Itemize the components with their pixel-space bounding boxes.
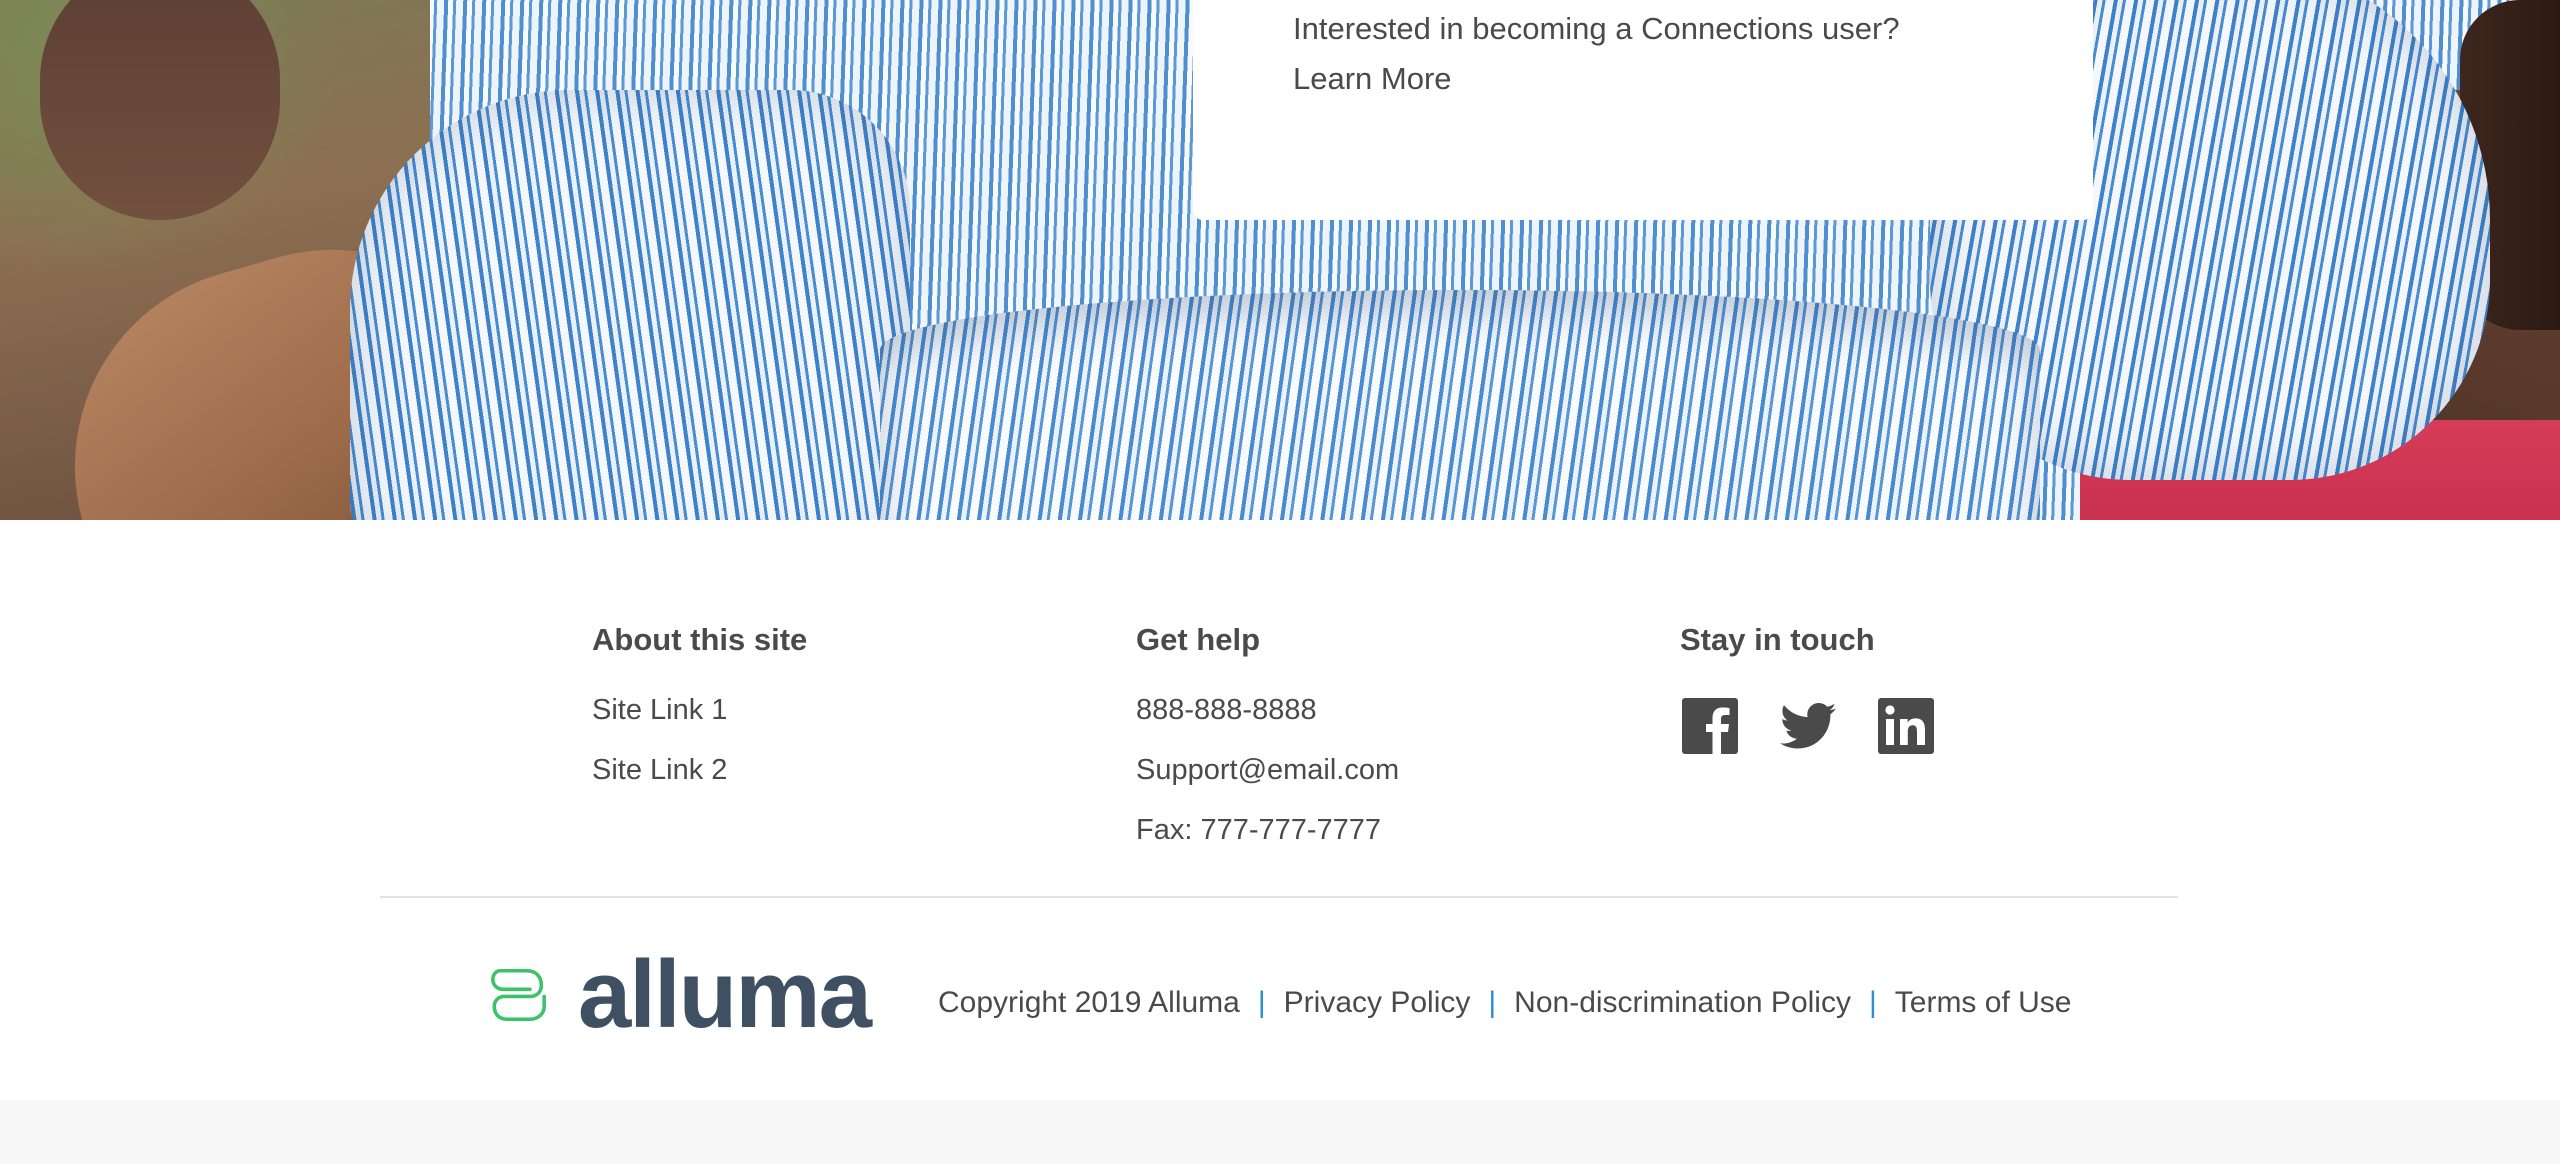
twitter-icon[interactable] bbox=[1778, 696, 1838, 756]
footer-help-column: Get help 888-888-8888 Support@email.com … bbox=[1136, 620, 1399, 870]
footer-divider bbox=[380, 896, 2178, 898]
alluma-logo[interactable]: alluma bbox=[490, 940, 872, 1050]
site-footer: About this site Site Link 1 Site Link 2 … bbox=[0, 520, 2560, 1100]
footer-touch-heading: Stay in touch bbox=[1680, 622, 1875, 657]
page-bottom-strip bbox=[0, 1100, 2560, 1164]
legal-separator: | bbox=[1257, 986, 1266, 1019]
copyright-text: Copyright 2019 Alluma bbox=[938, 986, 1240, 1019]
info-card-text: Interested in becoming a Connections use… bbox=[1293, 4, 1900, 104]
hero-image: Interested in becoming a Connections use… bbox=[0, 0, 2560, 520]
support-fax: Fax: 777-777-7777 bbox=[1136, 814, 1382, 846]
non-discrimination-policy-link[interactable]: Non-discrimination Policy bbox=[1514, 986, 1851, 1020]
alluma-logo-mark-icon bbox=[491, 968, 546, 1022]
footer-about-column: About this site Site Link 1 Site Link 2 bbox=[592, 620, 807, 810]
info-card-prompt: Interested in becoming a Connections use… bbox=[1293, 11, 1900, 46]
hero-photo-sleeve bbox=[350, 90, 910, 520]
facebook-icon[interactable] bbox=[1680, 696, 1740, 756]
footer-about-heading: About this site bbox=[592, 622, 808, 657]
site-link-2[interactable]: Site Link 2 bbox=[592, 750, 807, 790]
support-phone-link[interactable]: 888-888-8888 bbox=[1136, 690, 1399, 730]
legal-separator: | bbox=[1868, 986, 1877, 1019]
alluma-wordmark: alluma bbox=[577, 941, 872, 1048]
footer-help-heading: Get help bbox=[1136, 622, 1261, 657]
linkedin-icon[interactable] bbox=[1876, 696, 1936, 756]
site-link-1[interactable]: Site Link 1 bbox=[592, 690, 807, 730]
footer-touch-column: Stay in touch bbox=[1680, 620, 1936, 756]
privacy-policy-link[interactable]: Privacy Policy bbox=[1284, 986, 1471, 1020]
legal-separator: | bbox=[1488, 986, 1497, 1019]
terms-of-use-link[interactable]: Terms of Use bbox=[1895, 986, 2072, 1020]
social-links bbox=[1680, 696, 1936, 756]
support-email-link[interactable]: Support@email.com bbox=[1136, 750, 1399, 790]
learn-more-link[interactable]: Learn More bbox=[1293, 54, 1900, 104]
info-card: Interested in becoming a Connections use… bbox=[1193, 0, 2093, 220]
hero-photo-ruffle bbox=[880, 290, 2040, 520]
legal-links: Copyright 2019 Alluma | Privacy Policy |… bbox=[938, 986, 2071, 1020]
